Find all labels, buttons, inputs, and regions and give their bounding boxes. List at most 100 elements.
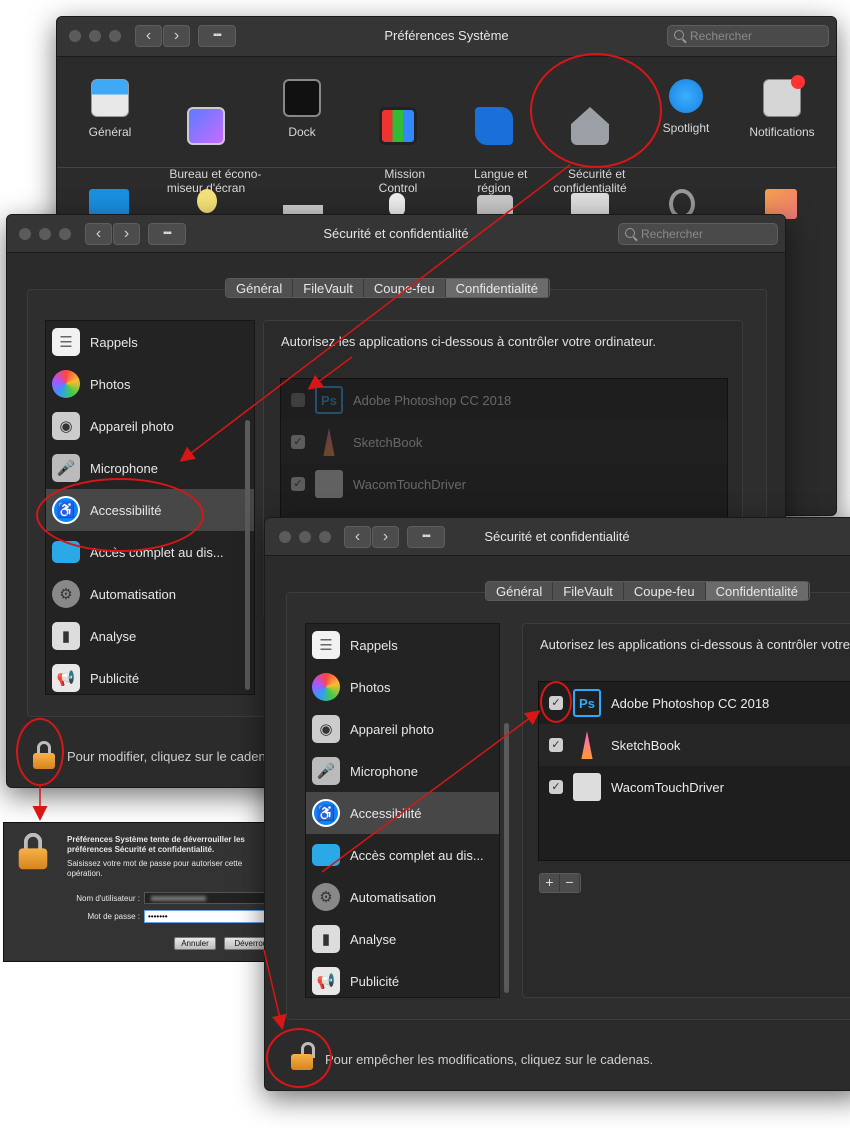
search-input[interactable]: Rechercher bbox=[667, 25, 829, 47]
app-checkbox[interactable]: ✓ bbox=[549, 780, 563, 794]
privacy-description: Autorisez les applications ci-dessous à … bbox=[281, 334, 657, 349]
tab-privacy[interactable]: Confidentialité bbox=[445, 279, 549, 297]
sidebar-item-microphone[interactable]: 🎤 Microphone bbox=[306, 750, 499, 792]
sidebar-item-camera[interactable]: ◉ Appareil photo bbox=[46, 405, 254, 447]
tab-general[interactable]: Général bbox=[226, 279, 294, 297]
microphone-icon: 🎤 bbox=[52, 454, 80, 482]
reminders-icon: ☰ bbox=[52, 328, 80, 356]
apps-list: ✓ Ps Adobe Photoshop CC 2018 ✓ SketchBook ✓… bbox=[538, 681, 850, 861]
notifications-icon bbox=[763, 75, 805, 117]
tab-filevault[interactable]: FileVault bbox=[553, 582, 624, 600]
sidebar-item-advertising[interactable]: 📢 Publicité bbox=[46, 657, 254, 699]
sidebar-item-advertising[interactable]: 📢 Publicité bbox=[306, 960, 499, 1002]
titlebar: ‹ › ▪▪▪ Préférences Système Rechercher bbox=[57, 17, 836, 57]
add-app-button[interactable]: + bbox=[540, 874, 560, 892]
sidebar-item-accessibility[interactable]: ♿ Accessibilité bbox=[306, 792, 499, 834]
reminders-icon: ☰ bbox=[312, 631, 340, 659]
pref-dock[interactable]: Dock bbox=[252, 79, 352, 139]
sidebar-item-full-disk[interactable]: Accès complet au dis... bbox=[306, 834, 499, 876]
lock-hint: Pour modifier, cliquez sur le cadenas. bbox=[67, 749, 284, 764]
sketchbook-pencil-icon bbox=[323, 428, 335, 456]
sidebar-item-automation[interactable]: ⚙ Automatisation bbox=[306, 876, 499, 918]
megaphone-icon: 📢 bbox=[312, 967, 340, 995]
camera-icon: ◉ bbox=[312, 715, 340, 743]
chart-icon: ▮ bbox=[312, 925, 340, 953]
annotation-circle-checkbox bbox=[540, 681, 572, 723]
tab-filevault[interactable]: FileVault bbox=[293, 279, 364, 297]
sidebar-item-reminders[interactable]: ☰ Rappels bbox=[46, 321, 254, 363]
sidebar-item-analytics[interactable]: ▮ Analyse bbox=[46, 615, 254, 657]
app-row-wacom[interactable]: ✓ WacomTouchDriver bbox=[539, 766, 850, 808]
sketchbook-pencil-icon bbox=[581, 731, 593, 759]
sidebar-item-automation[interactable]: ⚙ Automatisation bbox=[46, 573, 254, 615]
search-icon bbox=[625, 228, 635, 238]
megaphone-icon: 📢 bbox=[52, 664, 80, 692]
photos-icon bbox=[52, 370, 80, 398]
globe-flag-icon bbox=[475, 107, 513, 145]
accessibility-icon: ♿ bbox=[312, 799, 340, 827]
tab-bar: Général FileVault Coupe-feu Confidential… bbox=[225, 278, 550, 298]
wacom-icon bbox=[573, 773, 601, 801]
dock-icon bbox=[283, 79, 321, 117]
app-checkbox[interactable] bbox=[291, 393, 305, 407]
annotation-circle-security-pref bbox=[530, 53, 662, 168]
pref-language[interactable]: Langue et région bbox=[444, 79, 544, 209]
tab-privacy[interactable]: Confidentialité bbox=[705, 582, 809, 600]
app-row-photoshop[interactable]: ✓ Ps Adobe Photoshop CC 2018 bbox=[539, 682, 850, 724]
tab-general[interactable]: Général bbox=[486, 582, 554, 600]
photoshop-icon: Ps bbox=[315, 386, 343, 414]
lock-hint: Pour empêcher les modifications, cliquez… bbox=[325, 1052, 654, 1067]
microphone-icon: 🎤 bbox=[312, 757, 340, 785]
sidebar-item-reminders[interactable]: ☰ Rappels bbox=[306, 624, 499, 666]
search-icon bbox=[674, 30, 684, 40]
pref-notifications[interactable]: Notifications bbox=[732, 75, 832, 139]
sidebar-item-analytics[interactable]: ▮ Analyse bbox=[306, 918, 499, 960]
camera-icon: ◉ bbox=[52, 412, 80, 440]
pref-mission-control[interactable]: Mission Control bbox=[348, 79, 448, 209]
search-input[interactable]: Rechercher bbox=[618, 223, 778, 245]
wacom-icon bbox=[315, 470, 343, 498]
username-blurred bbox=[151, 896, 206, 901]
app-row-photoshop[interactable]: Ps Adobe Photoshop CC 2018 bbox=[281, 379, 727, 421]
app-row-sketchbook[interactable]: ✓ SketchBook bbox=[539, 724, 850, 766]
privacy-category-list: ☰ Rappels Photos ◉ Appareil photo 🎤 Microph… bbox=[305, 623, 500, 998]
app-checkbox[interactable]: ✓ bbox=[291, 477, 305, 491]
privacy-description: Autorisez les applications ci-dessous à … bbox=[540, 637, 850, 652]
add-remove-buttons: + − bbox=[539, 873, 581, 893]
mission-control-icon bbox=[379, 107, 417, 145]
password-label: Mot de passe : bbox=[87, 912, 140, 921]
app-row-sketchbook[interactable]: ✓ SketchBook bbox=[281, 421, 727, 463]
tab-firewall[interactable]: Coupe-feu bbox=[623, 582, 706, 600]
tab-firewall[interactable]: Coupe-feu bbox=[363, 279, 446, 297]
spotlight-icon bbox=[669, 79, 703, 113]
app-checkbox[interactable]: ✓ bbox=[549, 738, 563, 752]
pref-row-divider bbox=[57, 167, 836, 168]
cancel-button[interactable]: Annuler bbox=[174, 937, 216, 950]
annotation-circle-lock bbox=[16, 718, 64, 786]
tab-bar: Général FileVault Coupe-feu Confidential… bbox=[485, 581, 810, 601]
pref-general[interactable]: Général bbox=[60, 79, 160, 139]
photoshop-icon: Ps bbox=[573, 689, 601, 717]
app-checkbox[interactable]: ✓ bbox=[291, 435, 305, 449]
remove-app-button[interactable]: − bbox=[560, 874, 580, 892]
sidebar-item-camera[interactable]: ◉ Appareil photo bbox=[306, 708, 499, 750]
chart-icon: ▮ bbox=[52, 622, 80, 650]
authentication-dialog: Préférences Système tente de déverrouill… bbox=[3, 822, 300, 962]
app-row-wacom[interactable]: ✓ WacomTouchDriver bbox=[281, 463, 727, 505]
sidebar-scrollbar[interactable] bbox=[504, 723, 509, 993]
annotation-circle-accessibility bbox=[36, 478, 204, 552]
apps-list: Ps Adobe Photoshop CC 2018 ✓ SketchBook ✓ W… bbox=[280, 378, 728, 518]
lightbulb-icon bbox=[197, 189, 217, 213]
general-icon bbox=[91, 79, 129, 117]
security-window-unlocked: ‹ › ▪▪▪ Sécurité et confidentialité Géné… bbox=[264, 517, 850, 1091]
titlebar: ‹ › ▪▪▪ Sécurité et confidentialité bbox=[265, 518, 850, 556]
gear-icon: ⚙ bbox=[312, 883, 340, 911]
desktop-icon bbox=[187, 107, 225, 145]
sidebar-scrollbar[interactable] bbox=[245, 420, 250, 690]
folder-icon bbox=[312, 844, 340, 866]
dialog-heading: Préférences Système tente de déverrouill… bbox=[67, 835, 245, 854]
sidebar-item-photos[interactable]: Photos bbox=[306, 666, 499, 708]
window-title: Sécurité et confidentialité bbox=[484, 529, 630, 544]
lock-with-gear-icon bbox=[18, 832, 48, 870]
sidebar-item-photos[interactable]: Photos bbox=[46, 363, 254, 405]
